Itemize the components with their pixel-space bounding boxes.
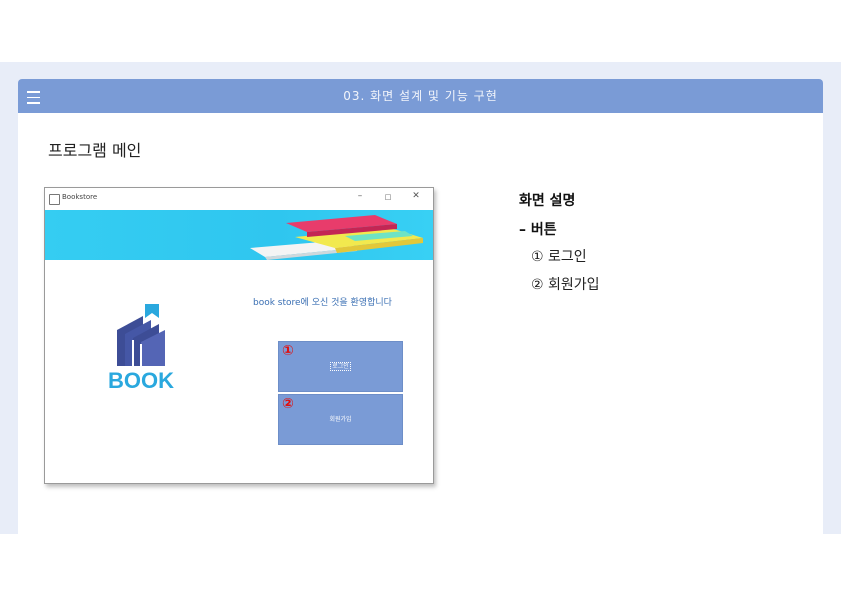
signup-button-label: 회원가입: [329, 416, 352, 423]
app-titlebar: Bookstore – □ ✕: [45, 188, 433, 210]
marker-2: ②: [282, 396, 294, 412]
app-banner-image: [45, 210, 433, 260]
signup-button[interactable]: 회원가입: [278, 394, 403, 445]
description-item-login: ① 로그인: [531, 249, 587, 265]
app-title: Bookstore: [62, 193, 98, 201]
minimize-icon[interactable]: –: [353, 191, 367, 201]
marker-1: ①: [282, 343, 294, 359]
description-title: 화면 설명: [519, 193, 576, 209]
maximize-icon[interactable]: □: [381, 193, 395, 201]
app-window-screenshot: Bookstore – □ ✕ book store에 오신 것을 환영합니다: [44, 187, 434, 484]
header-title: 03. 화면 설계 및 기능 구현: [343, 89, 498, 103]
login-button[interactable]: 로그인: [278, 341, 403, 392]
logo-text: BOOK: [108, 368, 174, 393]
book-logo: BOOK: [103, 304, 193, 394]
login-button-label: 로그인: [330, 362, 351, 371]
app-icon: [49, 194, 60, 205]
close-icon[interactable]: ✕: [409, 191, 423, 201]
description-subtitle: – 버튼: [519, 222, 557, 238]
page-title: 프로그램 메인: [48, 141, 142, 160]
content-area: 프로그램 메인 Bookstore – □ ✕ book store에 오신 것…: [18, 113, 823, 534]
books-illustration: [250, 215, 423, 260]
header-bar: 03. 화면 설계 및 기능 구현: [18, 79, 823, 113]
description-item-signup: ② 회원가입: [531, 277, 600, 293]
welcome-text: book store에 오신 것을 환영합니다: [253, 298, 392, 308]
